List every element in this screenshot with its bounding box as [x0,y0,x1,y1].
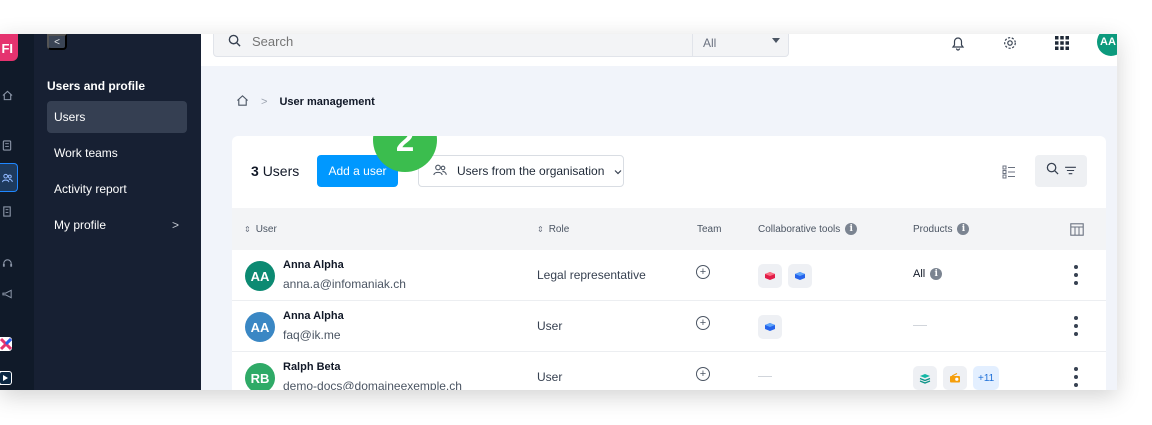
user-role: User [537,319,563,333]
info-icon[interactable]: i [845,223,858,235]
kdrive-icon[interactable] [758,264,782,288]
sidebar: < Users and profile Users Work teams Act… [34,34,201,390]
table-row[interactable]: AA Anna Alpha faq@ik.me User + [232,301,1106,352]
account-avatar[interactable]: AA [1097,34,1117,56]
filter-icon [1065,162,1076,180]
empty-products [913,325,927,326]
avatar: RB [245,363,275,390]
sidebar-item-activity-report[interactable]: Activity report [47,173,187,205]
user-count: 3 Users [251,163,300,179]
products-all: All i [913,268,943,280]
sidebar-item-my-profile[interactable]: My profile > [47,209,187,241]
sidebar-section-title: Users and profile [47,79,146,93]
app-window: FI < Users and profile Users Work teams … [0,34,1117,390]
sort-icon: ⇕ [537,224,544,234]
sidebar-item-users[interactable]: Users [47,101,187,133]
users-card: 3 Users Add a user Users from the organi… [232,136,1106,390]
organisation-filter-dropdown[interactable]: Users from the organisation [418,155,624,187]
add-team-icon[interactable]: + [696,316,710,330]
users-icon[interactable] [0,171,14,185]
radio-icon[interactable] [943,366,967,390]
search-scope-select[interactable]: All [692,34,790,56]
gear-icon[interactable] [1000,34,1020,52]
chevron-down-icon [614,164,622,178]
device-icon[interactable] [0,138,14,152]
users-icon [433,164,447,179]
column-team: Team [697,223,722,235]
home-icon[interactable] [236,94,249,110]
breadcrumb: > User management [236,94,375,110]
row-menu-icon[interactable] [1070,265,1082,285]
info-icon[interactable]: i [957,223,970,235]
column-collaborative-tools: Collaborative tools i [758,208,858,250]
add-team-icon[interactable]: + [696,367,710,381]
user-email: demo-docs@domaineexemple.ch [283,379,462,390]
search-input[interactable] [252,34,652,49]
search-icon [1046,162,1059,180]
user-role: Legal representative [537,268,646,282]
chevron-right-icon: > [171,218,179,232]
avatar: AA [245,312,275,342]
table-header: ⇕ User ⇕ Role Team Collaborative tools i Pr… [232,208,1106,250]
user-email: anna.a@infomaniak.ch [283,277,406,291]
table-row[interactable]: RB Ralph Beta demo-docs@domaineexemple.c… [232,352,1106,390]
app-arrow-icon[interactable] [0,371,12,385]
sidebar-item-work-teams[interactable]: Work teams [47,137,187,169]
column-role[interactable]: ⇕ Role [537,208,569,250]
more-products-badge[interactable]: +11 [973,366,1000,390]
columns-settings-icon[interactable] [1070,208,1084,250]
megaphone-icon[interactable] [0,287,14,301]
app-x-icon[interactable] [0,337,13,351]
kchat-icon[interactable] [788,264,812,288]
brand-logo[interactable]: FI [0,34,18,61]
bell-icon[interactable] [948,34,968,52]
kchat-icon[interactable] [758,315,782,339]
hosting-icon[interactable] [913,366,937,390]
row-menu-icon[interactable] [1070,316,1082,336]
user-email: faq@ik.me [283,328,341,342]
column-user[interactable]: ⇕ User [244,208,277,250]
avatar: AA [245,261,275,291]
breadcrumb-separator: > [261,96,268,108]
apps-grid-icon[interactable] [1052,34,1072,52]
breadcrumb-current: User management [279,96,375,108]
user-name: Anna Alpha [283,310,344,322]
search-icon [228,34,241,52]
user-name: Anna Alpha [283,259,344,271]
caret-down-icon [772,38,780,43]
top-bar: All AA [201,34,1117,66]
global-search: All [213,34,789,57]
collapse-sidebar-button[interactable]: < [47,34,67,50]
sort-icon: ⇕ [244,224,251,234]
building-icon[interactable] [0,204,14,218]
home-icon[interactable] [0,88,14,102]
row-menu-icon[interactable] [1070,367,1082,387]
search-filter-button[interactable] [1035,155,1087,187]
list-view-icon[interactable] [999,162,1019,182]
app-rail: FI [0,34,34,390]
support-icon[interactable] [0,256,14,270]
info-icon[interactable]: i [930,268,943,280]
table-row[interactable]: AA Anna Alpha anna.a@infomaniak.ch Legal… [232,250,1106,301]
user-name: Ralph Beta [283,361,341,373]
empty-tools [758,376,772,377]
user-role: User [537,370,563,384]
add-team-icon[interactable]: + [696,265,710,279]
column-products: Products i [913,208,970,250]
